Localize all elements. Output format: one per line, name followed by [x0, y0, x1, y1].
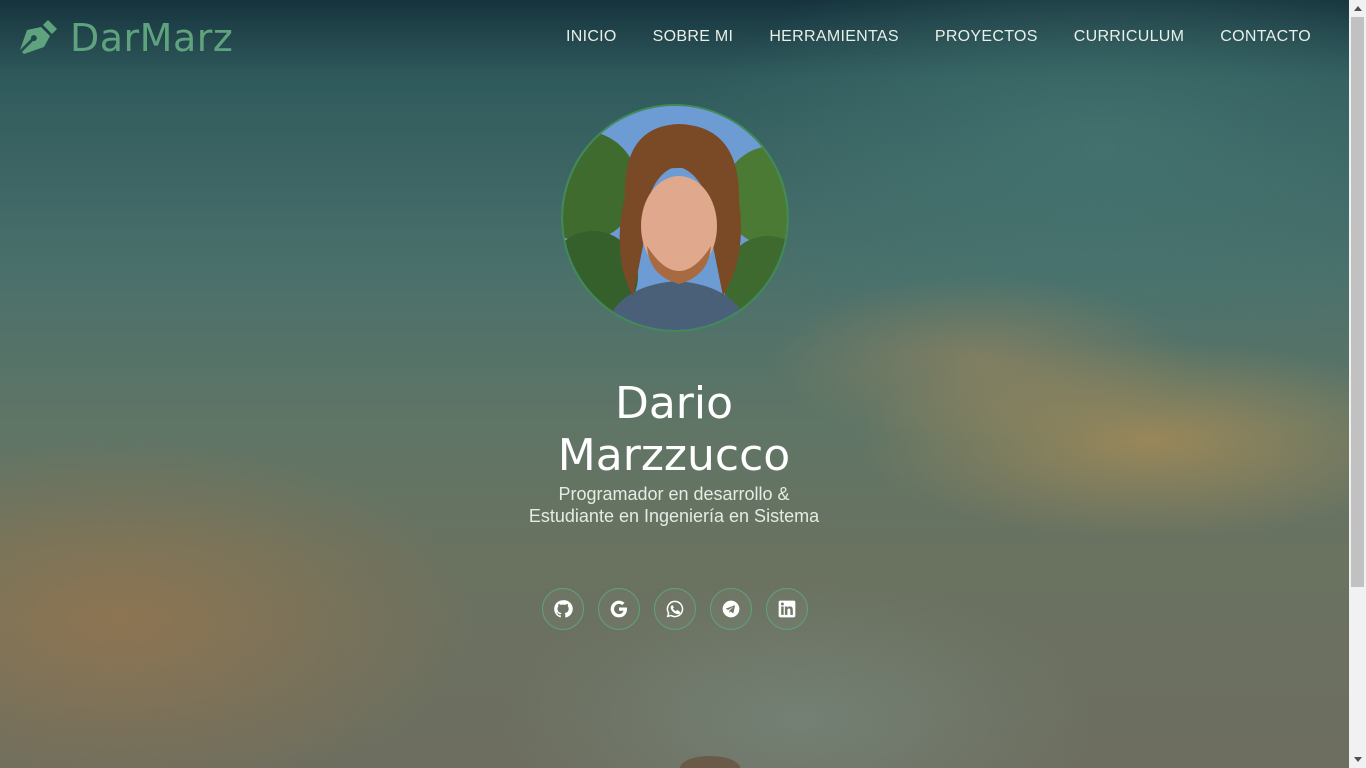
- scroll-up-button[interactable]: [1349, 0, 1366, 17]
- github-link[interactable]: [542, 588, 584, 630]
- scroll-down-button[interactable]: [1349, 751, 1366, 768]
- nav-item-proyectos[interactable]: PROYECTOS: [935, 28, 1038, 46]
- profile-photo: [563, 106, 787, 330]
- brand-logo-link[interactable]: DarMarz: [18, 16, 233, 60]
- site-header: DarMarz INICIO SOBRE MI HERRAMIENTAS PRO…: [0, 0, 1349, 78]
- hero-name-first: Dario: [614, 378, 734, 429]
- hero-subtitle: Programador en desarrollo & Estudiante e…: [528, 484, 820, 526]
- linkedin-icon: [778, 600, 796, 618]
- telegram-link[interactable]: [710, 588, 752, 630]
- profile-avatar: [561, 104, 789, 332]
- github-icon: [554, 600, 573, 618]
- google-icon: [610, 600, 627, 618]
- page: DarMarz INICIO SOBRE MI HERRAMIENTAS PRO…: [0, 0, 1349, 768]
- page-scrollbar[interactable]: [1349, 0, 1366, 768]
- background-rock: [680, 756, 740, 768]
- nav-item-herramientas[interactable]: HERRAMIENTAS: [769, 28, 899, 46]
- linkedin-link[interactable]: [766, 588, 808, 630]
- hero-name: Dario Marzzucco: [474, 378, 874, 482]
- arrow-up-icon: [1353, 6, 1362, 11]
- telegram-icon: [722, 600, 740, 618]
- social-links: [542, 588, 808, 630]
- whatsapp-link[interactable]: [654, 588, 696, 630]
- scroll-thumb[interactable]: [1351, 17, 1364, 587]
- nav-item-sobre-mi[interactable]: SOBRE MI: [653, 28, 734, 46]
- brand-name: DarMarz: [70, 16, 234, 60]
- pen-nib-icon: [20, 20, 57, 54]
- nav-item-curriculum[interactable]: CURRICULUM: [1074, 28, 1185, 46]
- arrow-down-icon: [1353, 757, 1362, 762]
- hero-name-last: Marzzucco: [557, 430, 791, 481]
- nav-item-contacto[interactable]: CONTACTO: [1220, 28, 1311, 46]
- nav-item-inicio[interactable]: INICIO: [566, 28, 617, 46]
- google-link[interactable]: [598, 588, 640, 630]
- whatsapp-icon: [666, 600, 684, 618]
- main-nav: INICIO SOBRE MI HERRAMIENTAS PROYECTOS C…: [566, 28, 1311, 46]
